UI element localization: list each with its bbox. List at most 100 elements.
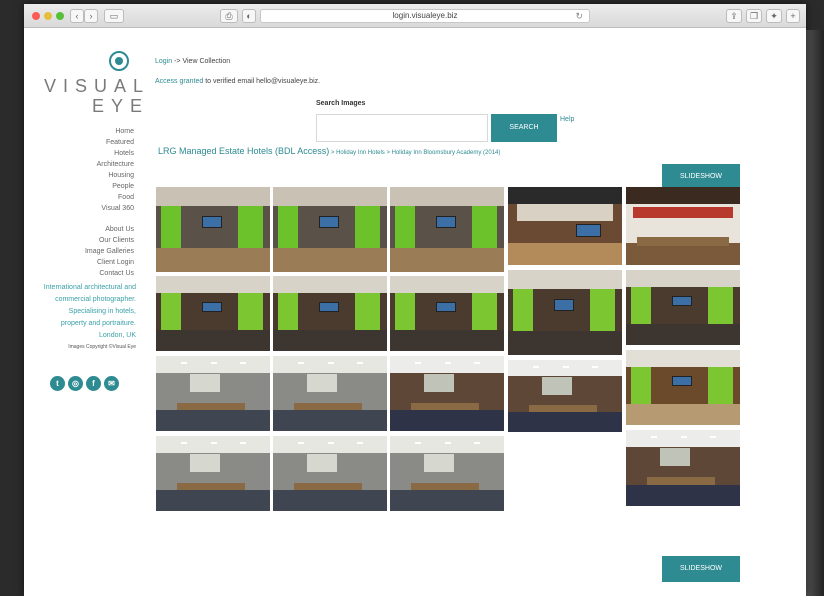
nav-item-food[interactable]: Food xyxy=(97,192,134,203)
gallery-thumbnail[interactable] xyxy=(508,270,622,355)
gallery-thumbnail[interactable] xyxy=(273,187,387,272)
thumbnail-image-part xyxy=(444,442,451,444)
email-icon[interactable]: ✉ xyxy=(104,376,119,391)
gallery-thumbnail[interactable] xyxy=(156,187,270,272)
gallery-thumbnail[interactable] xyxy=(508,360,622,432)
thumbnail-image-part xyxy=(424,374,454,392)
thumbnail-image-part xyxy=(632,207,734,219)
gallery-thumbnail[interactable] xyxy=(390,187,504,272)
facebook-icon[interactable]: f xyxy=(86,376,101,391)
gallery-thumbnail[interactable] xyxy=(390,436,504,511)
address-text: login.visualeye.biz xyxy=(392,11,458,20)
close-window-icon[interactable] xyxy=(32,12,40,20)
forward-button[interactable]: › xyxy=(84,9,98,23)
tabs-icon[interactable]: ❐ xyxy=(746,9,762,23)
thumbnail-image-part xyxy=(327,442,334,444)
thumbnail-image-part xyxy=(190,454,220,472)
thumbnail-image-part xyxy=(435,301,457,312)
gallery-thumbnail[interactable] xyxy=(390,356,504,431)
access-granted-link[interactable]: Access granted xyxy=(155,78,203,85)
gallery-thumbnail[interactable] xyxy=(626,187,740,265)
thumbnail-image-part xyxy=(273,436,387,453)
slideshow-button-bottom[interactable]: SLIDESHOW xyxy=(662,556,740,582)
thumbnail-image-part xyxy=(390,187,504,206)
thumbnail-image-part xyxy=(660,448,690,467)
logo-text-line1[interactable]: VISUAL xyxy=(44,76,150,97)
nav-item-visual360[interactable]: Visual 360 xyxy=(97,203,134,214)
nav-item-about[interactable]: About Us xyxy=(85,224,134,235)
nav-item-featured[interactable]: Featured xyxy=(97,137,134,148)
gallery-thumbnail[interactable] xyxy=(508,187,622,265)
thumbnail-image-part xyxy=(708,286,734,324)
gallery-thumbnail[interactable] xyxy=(156,436,270,511)
minimize-window-icon[interactable] xyxy=(44,12,52,20)
thumbnail-image-part xyxy=(472,292,498,330)
gallery-thumbnail[interactable] xyxy=(273,356,387,431)
extension-icon[interactable]: ✦ xyxy=(766,9,782,23)
back-button[interactable]: ‹ xyxy=(70,9,84,23)
thumbnail-image-part xyxy=(708,366,734,404)
nav-item-client-login[interactable]: Client Login xyxy=(85,257,134,268)
nav-item-hotels[interactable]: Hotels xyxy=(97,148,134,159)
thumbnail-image-part xyxy=(646,477,715,485)
nav-item-galleries[interactable]: Image Galleries xyxy=(85,246,134,257)
address-bar[interactable]: login.visualeye.biz ↻ xyxy=(260,9,590,23)
thumbnail-image-part xyxy=(576,224,602,237)
gallery-thumbnail[interactable] xyxy=(626,350,740,425)
breadcrumb-login-link[interactable]: Login xyxy=(155,58,172,65)
print-icon[interactable]: ⎙ xyxy=(220,9,238,23)
sidebar-toggle-icon[interactable]: ▭ xyxy=(104,9,124,23)
thumbnail-image-part xyxy=(273,330,387,351)
gallery-thumbnail[interactable] xyxy=(156,356,270,431)
collection-sep: > xyxy=(384,150,392,156)
browser-toolbar: ‹ › ▭ ⎙ ◐ login.visualeye.biz ↻ ⇪ ❐ ✦ + xyxy=(24,4,806,28)
thumbnail-image-part xyxy=(630,366,652,404)
thumbnail-image-part xyxy=(508,360,622,376)
gallery-thumbnail[interactable] xyxy=(156,276,270,351)
thumbnail-image-part xyxy=(630,286,652,324)
breadcrumb-current: View Collection xyxy=(182,58,231,65)
thumbnail-image-part xyxy=(626,270,740,287)
share-icon[interactable]: ⇪ xyxy=(726,9,742,23)
thumbnail-image-part xyxy=(651,436,658,439)
privacy-icon[interactable]: ◐ xyxy=(242,9,256,23)
thumbnail-image-part xyxy=(273,187,387,206)
nav-item-contact[interactable]: Contact Us xyxy=(85,268,134,279)
gallery-thumbnail[interactable] xyxy=(626,430,740,506)
hotel-link[interactable]: Holiday Inn Hotels xyxy=(336,150,385,156)
search-input[interactable] xyxy=(316,114,488,142)
gallery-thumbnail[interactable] xyxy=(273,436,387,511)
nav-item-architecture[interactable]: Architecture xyxy=(97,159,134,170)
gallery-thumbnail[interactable] xyxy=(390,276,504,351)
thumbnail-image-part xyxy=(156,410,270,431)
twitter-icon[interactable]: t xyxy=(50,376,65,391)
gallery-thumbnail[interactable] xyxy=(626,270,740,345)
thumbnail-image-part xyxy=(201,301,223,312)
zoom-window-icon[interactable] xyxy=(56,12,64,20)
help-link[interactable]: Help xyxy=(560,116,574,123)
nav-item-home[interactable]: Home xyxy=(97,126,134,137)
eye-logo-icon[interactable] xyxy=(108,50,130,72)
thumbnail-image-part xyxy=(710,436,717,439)
thumbnail-image-part xyxy=(390,356,504,373)
nav-item-people[interactable]: People xyxy=(97,181,134,192)
gallery-thumbnail[interactable] xyxy=(273,276,387,351)
nav-item-clients[interactable]: Our Clients xyxy=(85,235,134,246)
new-tab-icon[interactable]: + xyxy=(786,9,800,23)
thumbnail-image-part xyxy=(508,187,622,205)
thumbnail-image-part xyxy=(210,362,217,364)
search-button[interactable]: SEARCH xyxy=(491,114,557,142)
thumbnail-image-part xyxy=(424,454,454,472)
collection-title-link[interactable]: LRG Managed Estate Hotels (BDL Access) xyxy=(158,146,329,156)
tagline: International architectural and commerci… xyxy=(43,284,136,339)
nav-item-housing[interactable]: Housing xyxy=(97,170,134,181)
reload-icon[interactable]: ↻ xyxy=(575,10,583,22)
logo-text-line2[interactable]: EYE xyxy=(92,96,149,117)
thumbnail-image-part xyxy=(553,298,575,311)
breadcrumb: Login -> View Collection xyxy=(155,58,230,65)
thumbnail-image-part xyxy=(390,490,504,511)
thumbnail-image-part xyxy=(327,362,334,364)
instagram-icon[interactable]: ◎ xyxy=(68,376,83,391)
album-link[interactable]: Holiday Inn Bloomsbury Academy (2014) xyxy=(392,150,501,156)
primary-nav: Home Featured Hotels Architecture Housin… xyxy=(97,126,134,214)
